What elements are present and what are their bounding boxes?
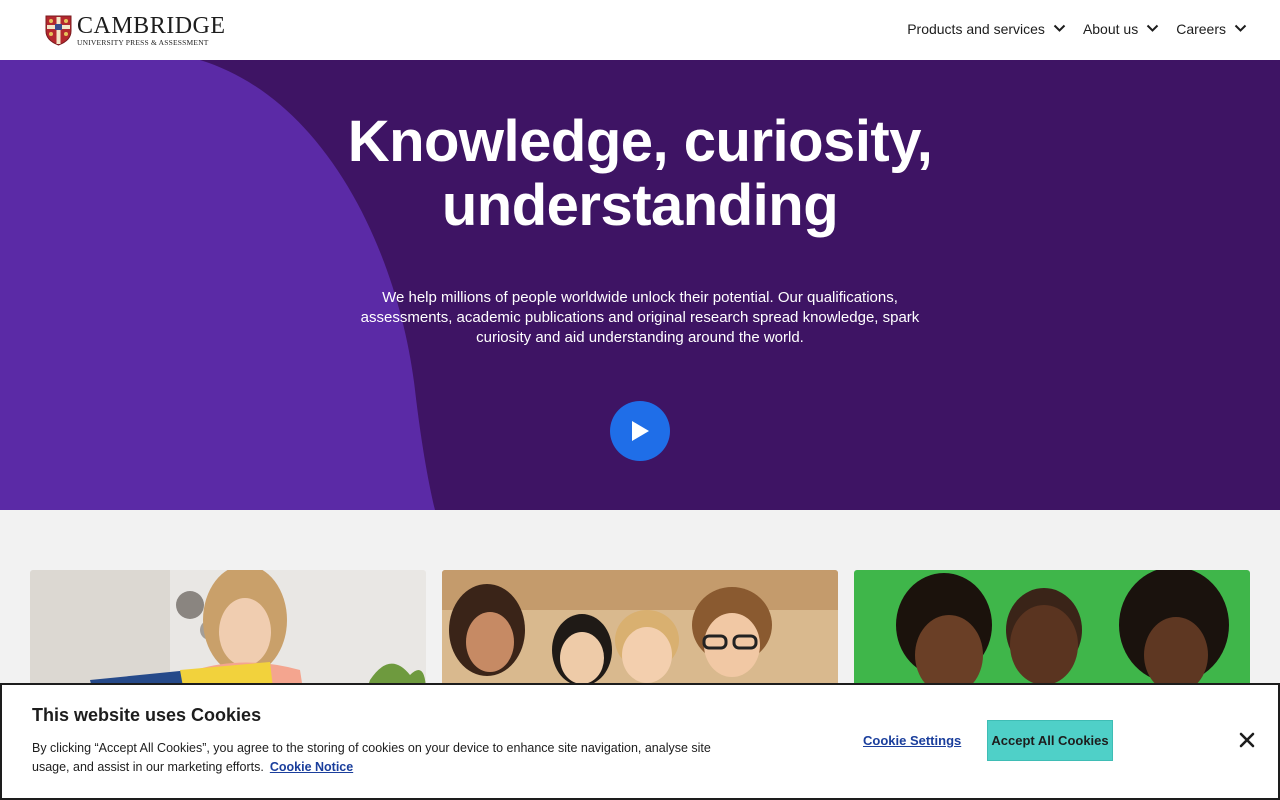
hero-section: Knowledge, curiosity, understanding We h… (0, 60, 1280, 510)
logo-subtitle: UNIVERSITY PRESS & ASSESSMENT (77, 38, 209, 47)
chevron-down-icon (1146, 24, 1159, 32)
nav-about-us[interactable]: About us (1083, 21, 1159, 37)
close-icon[interactable] (1237, 730, 1257, 750)
chevron-down-icon (1053, 24, 1066, 32)
logo-wordmark: CAMBRIDGE (77, 13, 226, 39)
accept-all-cookies-button[interactable]: Accept All Cookies (987, 720, 1113, 761)
cambridge-crest-icon (45, 15, 72, 46)
nav-careers[interactable]: Careers (1176, 21, 1247, 37)
cookie-banner: This website uses Cookies By clicking “A… (0, 683, 1280, 800)
chevron-down-icon (1234, 24, 1247, 32)
hero-title-line-2: understanding (441, 173, 839, 238)
hero-description: We help millions of people worldwide unl… (360, 289, 920, 346)
nav-label: Products and services (907, 20, 1045, 37)
site-header: CAMBRIDGE UNIVERSITY PRESS & ASSESSMENT … (0, 0, 1280, 60)
nav-label: About us (1082, 20, 1139, 37)
cookie-description: By clicking “Accept All Cookies”, you ag… (32, 739, 712, 777)
cookie-settings-button[interactable]: Cookie Settings (863, 733, 961, 748)
hero-title-line-1: Knowledge, curiosity, (347, 109, 933, 174)
play-video-button[interactable] (610, 401, 670, 461)
cambridge-logo[interactable]: CAMBRIDGE UNIVERSITY PRESS & ASSESSMENT (45, 14, 226, 47)
nav-products-and-services[interactable]: Products and services (907, 21, 1066, 37)
nav-label: Careers (1176, 20, 1226, 37)
hero-title: Knowledge, curiosity, understanding (190, 110, 1090, 238)
play-icon (632, 421, 649, 441)
cookie-title: This website uses Cookies (32, 705, 262, 725)
main-nav: Products and services About us Careers (907, 0, 1247, 57)
cookie-text: By clicking “Accept All Cookies”, you ag… (32, 741, 711, 774)
cookie-notice-link[interactable]: Cookie Notice (270, 760, 353, 774)
